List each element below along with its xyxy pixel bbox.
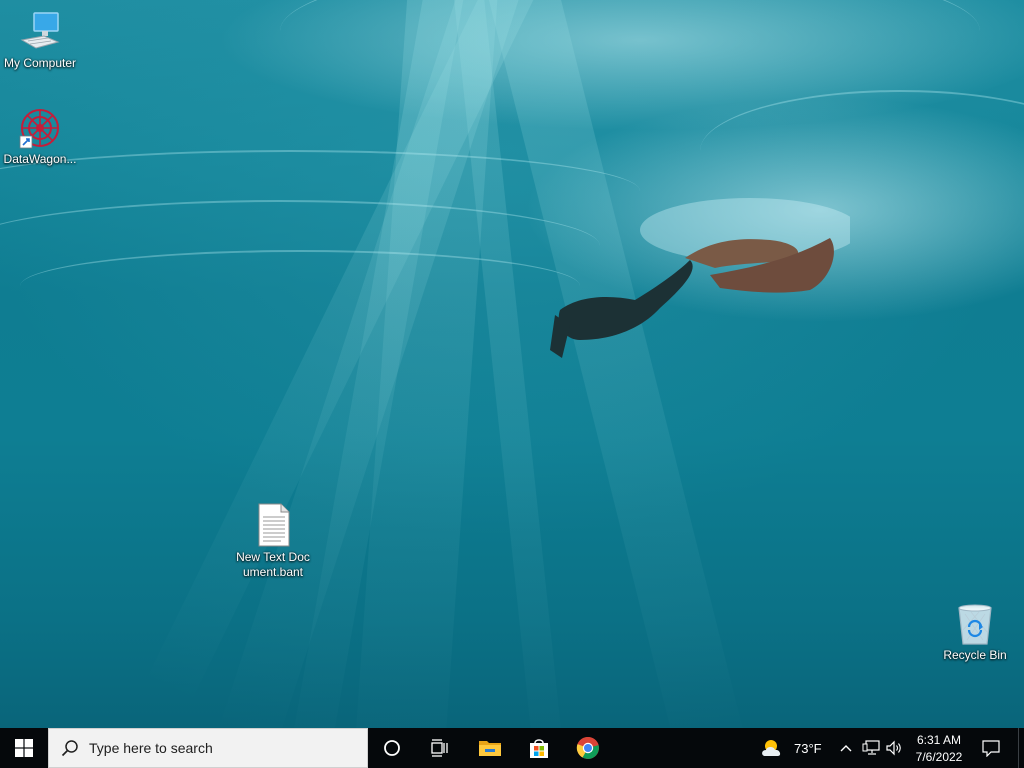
desktop-icon-label: My Computer [3, 56, 77, 70]
desktop-icon-my-computer[interactable]: My Computer [0, 10, 80, 71]
desktop-icon-datawagon[interactable]: DataWagon... [0, 106, 80, 167]
taskbar: Type here to search 73°F 6:31 AM 7/6/202… [0, 728, 1024, 768]
chrome-icon [576, 736, 599, 759]
task-view-button[interactable] [416, 728, 464, 768]
clock-time: 6:31 AM [916, 732, 962, 747]
task-view-icon [431, 739, 448, 757]
recycle-bin-icon [958, 604, 992, 645]
datawagon-app-icon [19, 109, 59, 149]
surface-ripple [280, 0, 980, 102]
desktop-wallpaper: My Computer DataWagon... New Text Docume… [0, 0, 1024, 728]
chrome-button[interactable] [564, 728, 612, 768]
computer-icon [20, 12, 60, 49]
desktop-icon-label: New Text Document.bant [236, 550, 310, 579]
volume-tray-button[interactable] [884, 728, 906, 768]
taskbar-clock[interactable]: 6:31 AM 7/6/2022 [908, 728, 970, 768]
weather-widget[interactable]: 73°F [760, 728, 830, 768]
network-icon [862, 740, 880, 755]
clock-date: 7/6/2022 [915, 749, 963, 764]
file-explorer-icon [479, 741, 501, 756]
taskbar-search-box[interactable]: Type here to search [48, 728, 368, 768]
desktop-icon-recycle-bin[interactable]: Recycle Bin [935, 602, 1015, 663]
windows-logo-icon [15, 739, 33, 757]
file-explorer-button[interactable] [466, 728, 514, 768]
cortana-icon [384, 740, 400, 756]
show-hidden-icons-button[interactable] [836, 728, 856, 768]
notification-icon [982, 740, 1000, 757]
action-center-button[interactable] [976, 728, 1006, 768]
search-icon [61, 740, 78, 757]
network-tray-button[interactable] [860, 728, 882, 768]
cortana-button[interactable] [368, 728, 416, 768]
show-desktop-button[interactable] [1018, 728, 1024, 768]
chevron-up-icon [840, 745, 852, 752]
speaker-icon [886, 740, 901, 756]
desktop-icon-label: Recycle Bin [943, 648, 1007, 662]
freediver-figure [550, 198, 850, 358]
desktop-icon-new-text-document[interactable]: New Text Document.bant [233, 502, 313, 580]
desktop-icon-label: DataWagon... [3, 152, 77, 166]
surface-ripple [20, 250, 580, 322]
start-button[interactable] [0, 728, 48, 768]
text-document-icon [258, 503, 290, 547]
microsoft-store-button[interactable] [515, 728, 563, 768]
search-placeholder: Type here to search [89, 740, 213, 756]
microsoft-store-icon [530, 739, 548, 758]
weather-temperature: 73°F [794, 740, 822, 756]
partly-cloudy-icon [762, 740, 781, 756]
